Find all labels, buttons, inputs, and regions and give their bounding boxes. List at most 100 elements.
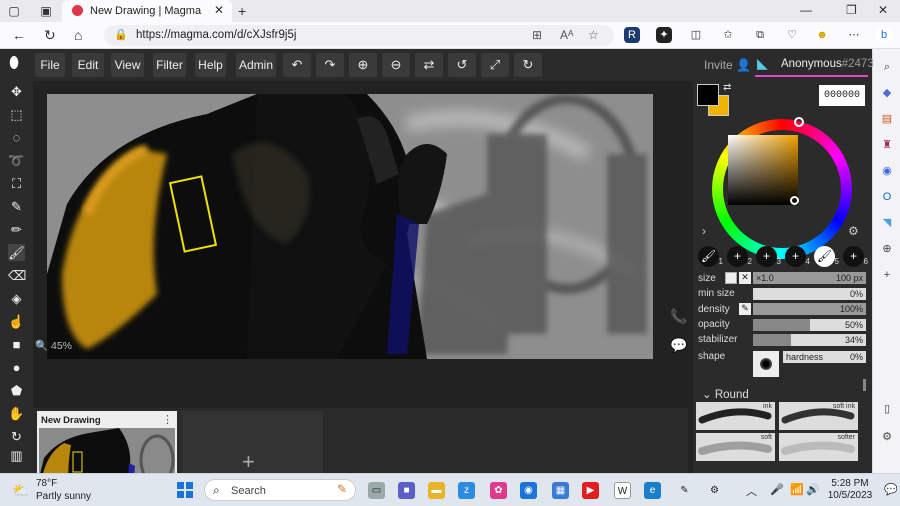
browser-tab[interactable]: New Drawing | Magma ✕ [62,0,232,22]
favorite-star-icon[interactable]: ☆ [588,28,599,42]
clock[interactable]: 5:28 PM 10/5/2023 [822,478,878,502]
read-aloud-icon[interactable]: Aᴬ [560,28,573,42]
sidebar-search-icon[interactable]: ⌕ [879,59,895,75]
sidebar-settings-icon[interactable]: ⚙ [879,429,895,445]
brush-slot-2[interactable]: +2 [727,246,752,267]
foreground-color-swatch[interactable] [697,84,719,106]
task-view-icon[interactable]: ▭ [368,482,385,499]
brush-slot-3[interactable]: +3 [756,246,781,267]
file-menu-button[interactable]: File [35,53,65,77]
brush-tool-icon[interactable]: 🖌 [8,244,25,261]
drawing-canvas[interactable] [47,94,653,359]
more-options-icon[interactable]: ⋯ [846,27,862,43]
edge-icon[interactable]: e [644,482,661,499]
youtube-icon[interactable]: ▶ [582,482,599,499]
collections-icon[interactable]: ⧉ [752,27,768,43]
photos-icon[interactable]: ✿ [490,482,507,499]
close-tab-icon[interactable]: ✕ [214,3,224,17]
address-field[interactable]: 🔒 https://magma.com/d/cXJsfr9j5j ⊞ Aᴬ ☆ [104,25,614,46]
undo-icon[interactable]: ↶ [283,53,311,77]
wifi-icon[interactable]: 📶 [790,483,804,496]
user-badge[interactable]: ◣ Anonymous#2473 [755,53,874,77]
transform-tool-icon[interactable]: ⛶ [8,175,25,192]
fullscreen-icon[interactable]: ⤢ [481,53,509,77]
zoom-out-icon[interactable]: ⊖ [382,53,410,77]
home-icon[interactable]: ⌂ [74,27,82,43]
hardness-slider[interactable]: hardness 0% [783,351,866,363]
size-lock-icon[interactable]: ✕ [739,272,751,284]
rotate-icon[interactable]: ↺ [448,53,476,77]
teams-icon[interactable]: ■ [398,482,415,499]
weather-temp[interactable]: 78°F [36,478,57,489]
circle-tool-icon[interactable]: ● [8,359,25,376]
notifications-icon[interactable]: 💬 [884,483,898,496]
rect-select-tool-icon[interactable]: ⬚ [8,106,25,123]
brush-slot-5[interactable]: 🖌 5 [814,246,839,267]
edge-dev-icon[interactable]: ◉ [520,482,537,499]
view-menu-button[interactable]: View [111,53,144,77]
copilot-icon[interactable]: b [876,27,892,43]
brush-shape-preview[interactable] [753,351,779,377]
canvas-area[interactable]: 🔍 45% 📞 💬 [33,81,688,408]
eyedropper-tool-icon[interactable]: ✎ [8,198,25,215]
lasso-tool-icon[interactable]: ➰ [8,152,25,169]
word-icon[interactable]: W [614,482,631,499]
pencil-tool-icon[interactable]: ✏ [8,221,25,238]
brush-slot-6[interactable]: +6 [843,246,868,267]
invite-button[interactable]: Invite 👤 [704,58,751,72]
swap-colors-icon[interactable]: ⇄ [723,82,731,93]
sidebar-send-icon[interactable]: ◥ [879,215,895,231]
thumbnail-more-icon[interactable]: ⋮ [162,413,173,426]
saturation-knob[interactable] [790,196,799,205]
move-tool-icon[interactable]: ✥ [8,83,25,100]
tray-chevron-icon[interactable]: ︿ [746,483,757,499]
file-explorer-icon[interactable]: ▬ [428,482,445,499]
gear-icon[interactable]: ⚙ [848,224,859,238]
store-icon[interactable]: ▦ [552,482,569,499]
density-slider[interactable]: 100% [753,303,866,315]
hex-color-input[interactable]: 000000 [819,85,865,106]
help-menu-button[interactable]: Help [195,53,226,77]
chevron-right-icon[interactable]: › [702,224,706,238]
sidebar-microsoft365-icon[interactable]: ◉ [879,163,895,179]
flip-horizontal-icon[interactable]: ⇄ [415,53,443,77]
extension-r-icon[interactable]: R [624,27,640,43]
browser-essentials-icon[interactable]: ♡ [784,27,800,43]
chat-icon[interactable]: 💬 [670,337,687,354]
filter-menu-button[interactable]: Filter [153,53,186,77]
saturation-value-square[interactable] [728,135,798,205]
brush-preset-softer[interactable]: softer [779,433,858,461]
sidebar-hide-icon[interactable]: ▯ [879,401,895,417]
edit-menu-button[interactable]: Edit [72,53,104,77]
ellipse-select-tool-icon[interactable]: ◌ [8,129,25,146]
brush-slot-1[interactable]: 🖌 1 [698,246,723,267]
sidebar-add-icon[interactable]: + [879,267,895,283]
brush-preset-soft-ink[interactable]: soft ink [779,402,858,430]
weather-desc[interactable]: Partly sunny [36,491,91,502]
eraser-tool-icon[interactable]: ⌫ [8,267,26,284]
sidebar-outlook-icon[interactable]: O [879,189,895,205]
taskbar-search[interactable]: ⌕ Search ✎ [204,479,356,501]
refresh-icon[interactable]: ↻ [44,27,56,44]
tab-actions-icon[interactable]: ▣ [38,3,54,19]
density-pressure-icon[interactable]: ✎ [739,303,751,315]
pen-app-icon[interactable]: ✎ [676,482,693,499]
size-pressure-checkbox[interactable] [725,272,737,284]
split-screen-icon[interactable]: ◫ [688,27,704,43]
sequence-tool-icon[interactable]: ▥ [8,447,25,464]
zoom-in-icon[interactable]: ⊕ [349,53,377,77]
hue-knob[interactable] [794,117,804,127]
brush-group-header[interactable]: ⌄ Round [702,387,749,401]
profile-icon[interactable]: ▢ [6,3,22,19]
volume-icon[interactable]: 🔊 [806,483,820,496]
sidebar-web-icon[interactable]: ⊕ [879,241,895,257]
voice-call-icon[interactable]: 📞 [670,308,687,325]
sidebar-games-icon[interactable]: ♜ [879,137,895,153]
favorites-icon[interactable]: ✩ [720,27,736,43]
reset-view-icon[interactable]: ↻ [514,53,542,77]
redo-icon[interactable]: ↷ [316,53,344,77]
brush-slot-4[interactable]: +4 [785,246,810,267]
weather-icon[interactable]: ⛅ [12,482,30,498]
stabilizer-slider[interactable]: 34% [753,334,866,346]
sidebar-shopping-icon[interactable]: ◆ [879,85,895,101]
